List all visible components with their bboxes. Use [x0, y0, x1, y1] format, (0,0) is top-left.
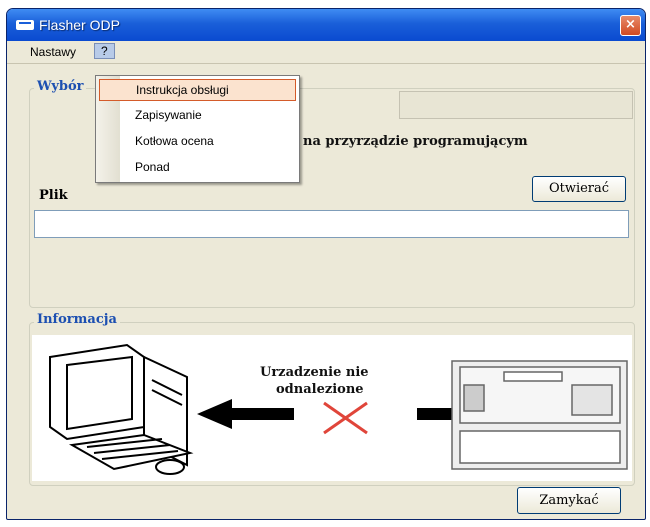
selection-group-title: Wybór: [34, 79, 87, 94]
info-group-title: Informacja: [34, 312, 120, 327]
flasher-window: Flasher ODP × Nastawy ? Wybór na przyrzą…: [6, 8, 646, 520]
window-title: Flasher ODP: [39, 17, 120, 33]
file-label: Plik: [39, 188, 68, 203]
close-window-button[interactable]: ×: [620, 15, 641, 36]
connection-diagram: [49, 343, 628, 475]
programmer-device-icon: [451, 360, 628, 470]
menu-item-save[interactable]: Zapisywanie: [99, 105, 296, 127]
device-not-found-line1: Urzadzenie nie: [260, 365, 369, 380]
computer-icon: [49, 343, 194, 475]
menu-item-instruction[interactable]: Instrukcja obsługi: [99, 79, 296, 101]
menu-bar: Nastawy ?: [7, 41, 645, 64]
file-path-input[interactable]: [34, 210, 629, 238]
title-bar[interactable]: Flasher ODP ×: [7, 9, 645, 41]
error-x-icon: [323, 401, 368, 435]
close-button[interactable]: Zamykać: [517, 487, 621, 514]
menu-item-about[interactable]: Ponad: [99, 157, 296, 179]
device-status-field: [399, 91, 633, 119]
menu-nastawy[interactable]: Nastawy: [25, 44, 81, 60]
help-dropdown-menu: Instrukcja obsługi Zapisywanie Kotłowa o…: [95, 75, 300, 183]
info-illustration-area: Urzadzenie nie odnalezione: [32, 335, 632, 481]
app-icon: [16, 20, 34, 30]
open-file-button[interactable]: Otwierać: [532, 176, 626, 202]
menu-help[interactable]: ?: [94, 43, 115, 59]
device-not-found-line2: odnalezione: [276, 382, 364, 397]
programmer-status-text: na przyrządzie programującym: [303, 134, 528, 149]
connection-arrows: [197, 399, 494, 429]
menu-item-boiler-rating[interactable]: Kotłowa ocena: [99, 131, 296, 153]
